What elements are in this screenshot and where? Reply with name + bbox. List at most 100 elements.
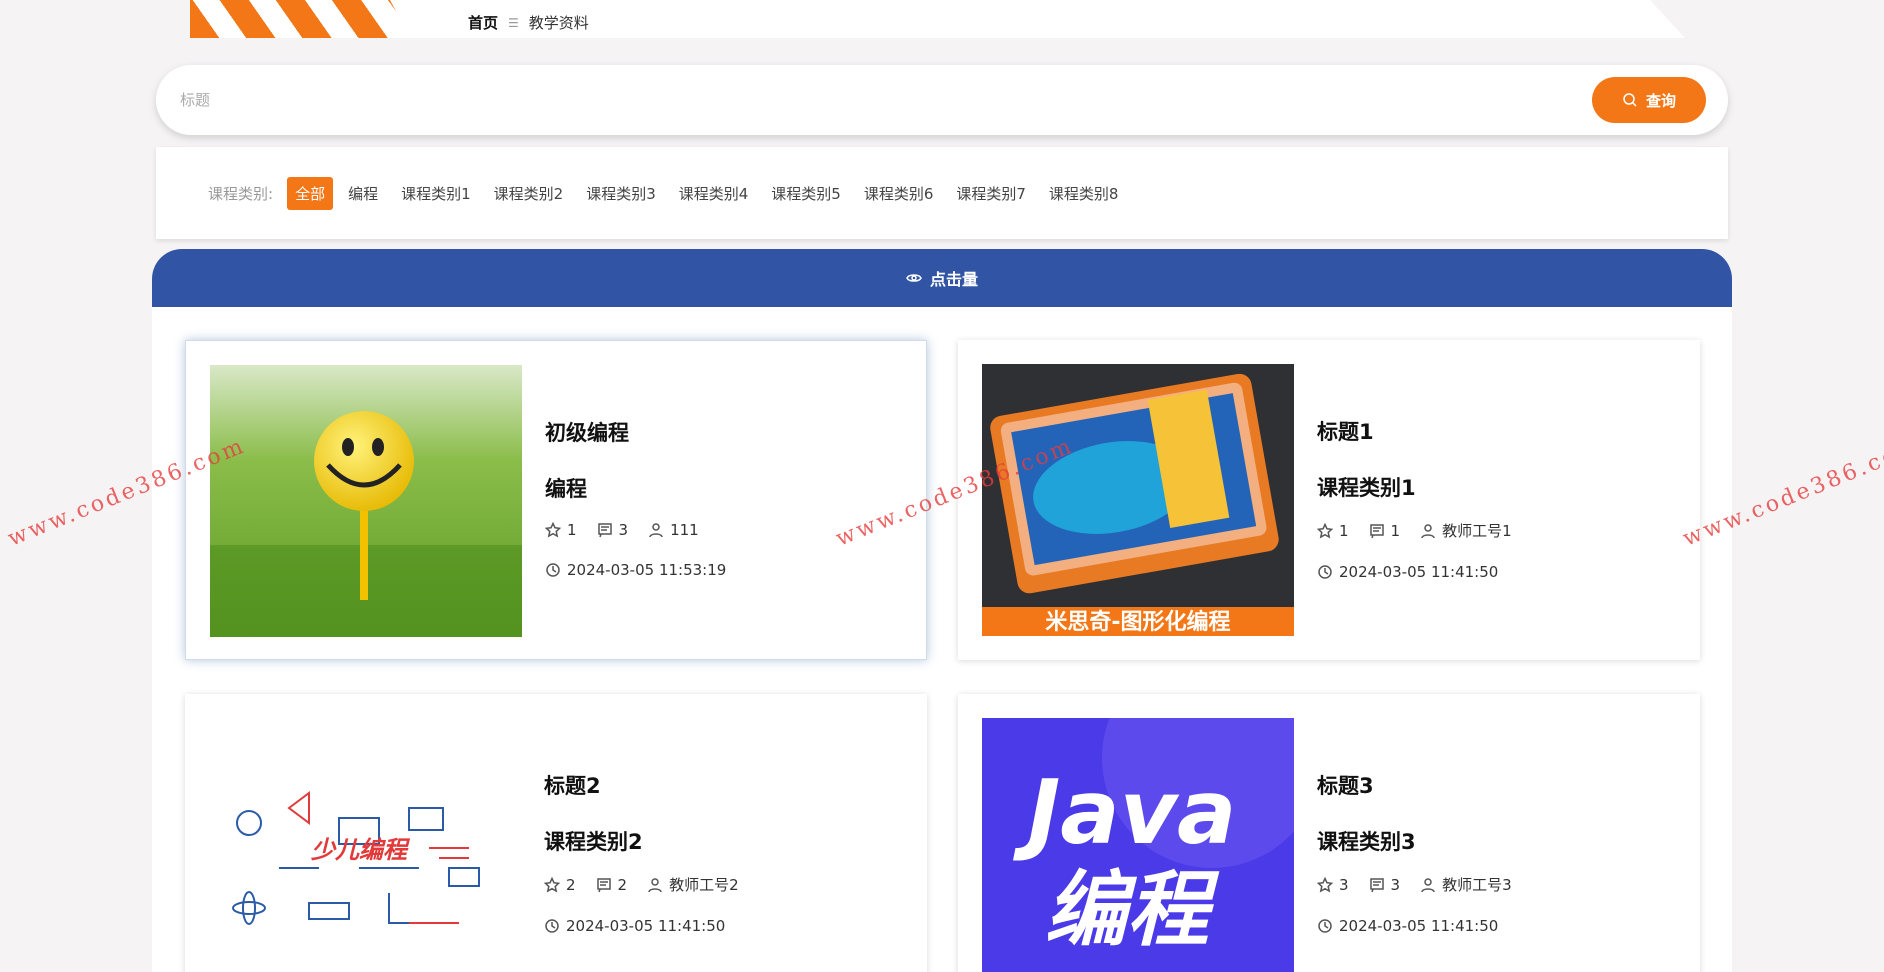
clock-icon	[545, 919, 559, 933]
card-title[interactable]: 初级编程	[545, 417, 726, 447]
card-category: 课程类别3	[1317, 830, 1416, 854]
card-title[interactable]: 标题2	[544, 770, 739, 800]
card-info: 标题1 课程类别1 1 1 教师工号1 2024-03-05 11:41:50	[1317, 416, 1512, 581]
time-value: 2024-03-05 11:53:19	[567, 561, 727, 579]
category-2[interactable]: 课程类别2	[486, 177, 572, 210]
eye-icon	[906, 274, 922, 282]
star-count-value: 1	[1339, 521, 1349, 540]
star-icon	[1317, 876, 1333, 892]
author: 111	[648, 521, 699, 539]
search-input[interactable]	[180, 85, 1480, 115]
card-image-java-banner[interactable]: Java 编程	[982, 718, 1294, 972]
star-icon	[544, 876, 560, 892]
card-meta: 2 2 教师工号2	[544, 874, 739, 895]
comment-count-value: 1	[1390, 521, 1401, 540]
comment-count-value: 2	[617, 875, 628, 894]
card-time: 2024-03-05 11:53:19	[545, 561, 726, 579]
comment-count-value: 3	[1390, 875, 1401, 894]
star-count: 1	[545, 521, 577, 539]
ribbon-background	[190, 0, 1685, 38]
time-value: 2024-03-05 11:41:50	[1339, 563, 1499, 581]
breadcrumb-current: 教学资料	[528, 14, 589, 32]
comment-icon	[597, 523, 612, 538]
breadcrumb: 首页 ☰ 教学资料	[468, 12, 589, 33]
comment-icon	[596, 877, 611, 892]
time-value: 2024-03-05 11:41:50	[1339, 917, 1499, 935]
user-icon	[1421, 877, 1435, 892]
author: 教师工号1	[1420, 520, 1512, 541]
author-value: 教师工号3	[1442, 876, 1512, 894]
user-icon	[1421, 523, 1435, 538]
clock-icon	[1318, 919, 1332, 933]
image-caption: 米思奇-图形化编程	[1045, 609, 1230, 635]
author-value: 教师工号1	[1442, 522, 1512, 540]
comment-count: 1	[1369, 521, 1401, 540]
card-time: 2024-03-05 11:41:50	[1317, 917, 1512, 935]
card-info: 标题3 课程类别3 3 3 教师工号3 2024-03-05 11:41:50	[1317, 770, 1512, 935]
comment-count-value: 3	[618, 521, 629, 539]
card-category: 编程	[545, 477, 587, 501]
category-5[interactable]: 课程类别5	[763, 177, 849, 210]
star-count-value: 3	[1339, 875, 1349, 894]
resource-card[interactable]: Java 编程 标题3 课程类别3 3 3 教师工号3 2024-03-05 1…	[958, 694, 1700, 972]
star-count-value: 1	[567, 521, 577, 539]
clock-icon	[546, 563, 560, 577]
comment-count: 2	[596, 875, 628, 894]
author-value: 111	[670, 521, 699, 539]
search-button[interactable]: 查询	[1592, 77, 1706, 123]
image-caption-biancheng: 编程	[1045, 863, 1220, 958]
breadcrumb-ribbon: 首页 ☰ 教学资料	[190, 0, 1685, 38]
card-image-scratch-kit-box[interactable]: 米思奇-图形化编程	[982, 364, 1294, 636]
image-caption-java: Java	[1013, 761, 1237, 864]
card-title[interactable]: 标题3	[1317, 770, 1512, 800]
category-1[interactable]: 课程类别1	[393, 177, 479, 210]
user-icon	[649, 523, 663, 538]
card-meta: 1 1 教师工号1	[1317, 520, 1512, 541]
card-time: 2024-03-05 11:41:50	[544, 917, 739, 935]
card-meta: 1 3 111	[545, 521, 726, 539]
card-meta: 3 3 教师工号3	[1317, 874, 1512, 895]
star-count: 1	[1317, 522, 1349, 540]
card-image-kids-coding-icons[interactable]: 少儿编程	[209, 718, 521, 972]
card-title[interactable]: 标题1	[1317, 416, 1512, 446]
resource-card[interactable]: 少儿编程 标题2 课程类别2 2 2 教师工号2 2024-03-05 11:4…	[185, 694, 927, 972]
star-count-value: 2	[566, 875, 576, 894]
search-icon	[1623, 93, 1637, 107]
card-category: 课程类别1	[1317, 476, 1416, 500]
sort-by-clicks-button[interactable]: 点击量	[152, 249, 1732, 307]
category-all[interactable]: 全部	[287, 176, 334, 210]
category-4[interactable]: 课程类别4	[671, 177, 757, 210]
card-info: 标题2 课程类别2 2 2 教师工号2 2024-03-05 11:41:50	[544, 770, 739, 935]
category-6[interactable]: 课程类别6	[856, 177, 942, 210]
star-count: 2	[544, 876, 576, 894]
search-button-label: 查询	[1645, 91, 1676, 110]
author: 教师工号3	[1420, 874, 1512, 895]
clock-icon	[1318, 565, 1332, 579]
comment-icon	[1369, 523, 1384, 538]
card-image-smiley-golf-ball[interactable]	[210, 365, 522, 637]
category-7[interactable]: 课程类别7	[948, 177, 1034, 210]
resource-card[interactable]: 米思奇-图形化编程 标题1 课程类别1 1 1 教师工号1 2024-03-05…	[958, 340, 1700, 660]
comment-count: 3	[1369, 875, 1401, 894]
user-icon	[648, 877, 662, 892]
breadcrumb-home-link[interactable]: 首页	[468, 12, 498, 33]
star-count: 3	[1317, 876, 1349, 894]
time-value: 2024-03-05 11:41:50	[566, 917, 726, 935]
card-time: 2024-03-05 11:41:50	[1317, 563, 1512, 581]
category-8[interactable]: 课程类别8	[1041, 177, 1127, 210]
category-3[interactable]: 课程类别3	[578, 177, 664, 210]
ribbon-stripes	[190, 0, 410, 38]
comment-icon	[1369, 877, 1384, 892]
author-value: 教师工号2	[669, 876, 739, 894]
category-filter: 课程类别: 全部 编程 课程类别1 课程类别2 课程类别3 课程类别4 课程类别…	[156, 147, 1728, 239]
category-programming[interactable]: 编程	[340, 177, 386, 210]
card-info: 初级编程 编程 1 3 111 2024-03-05 11:53:19	[545, 417, 726, 579]
image-caption: 少儿编程	[311, 836, 411, 864]
resource-card[interactable]: 初级编程 编程 1 3 111 2024-03-05 11:53:19	[185, 340, 927, 660]
star-icon	[1317, 522, 1333, 538]
card-category: 课程类别2	[544, 830, 643, 854]
star-icon	[545, 522, 561, 538]
sort-label: 点击量	[929, 270, 978, 289]
search-bar: 查询	[156, 65, 1728, 135]
filter-label: 课程类别:	[208, 184, 274, 203]
